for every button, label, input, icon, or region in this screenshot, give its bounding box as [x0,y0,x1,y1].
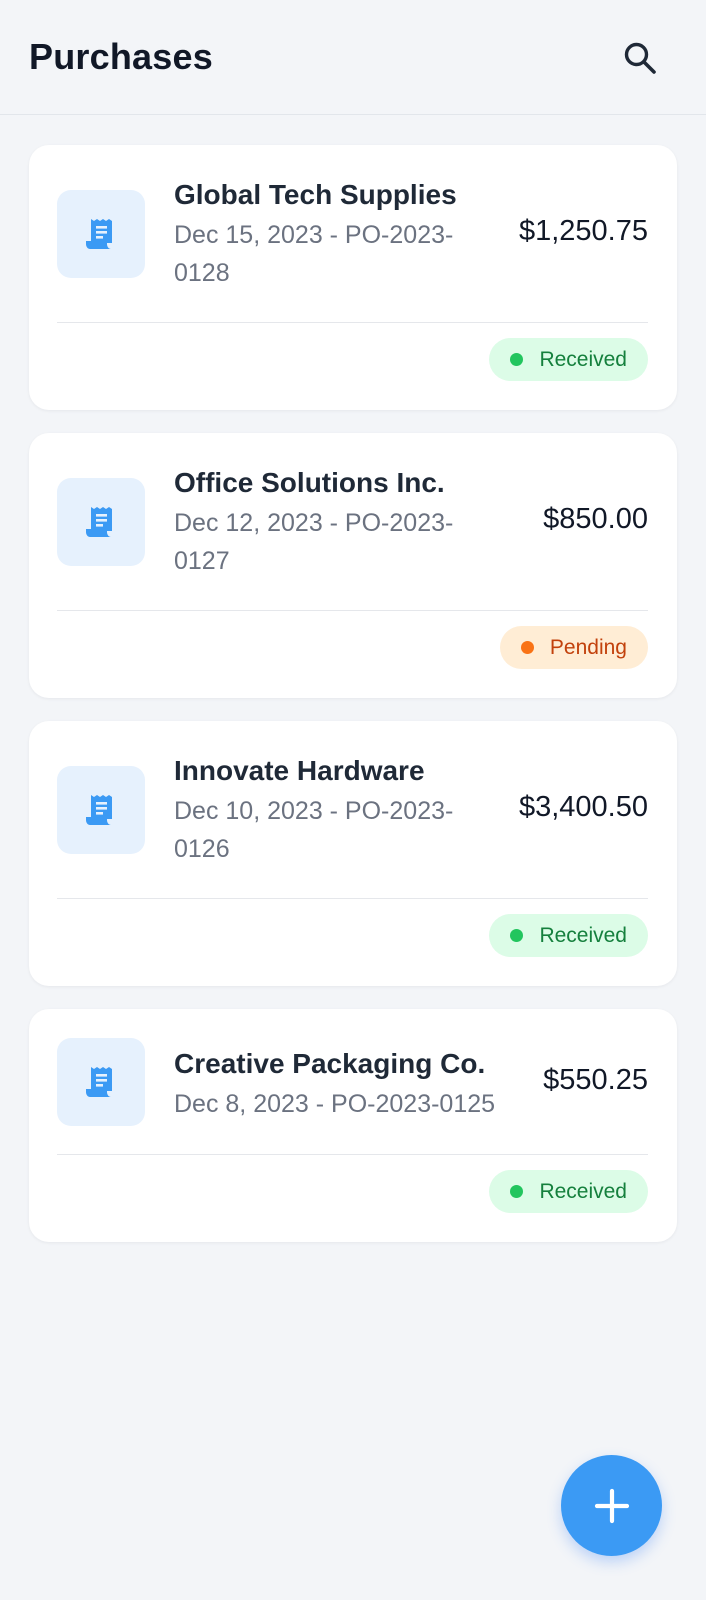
status-label: Received [539,347,627,371]
purchase-amount: $3,400.50 [518,791,648,823]
purchase-date-po: Dec 10, 2023 - PO-2023-0126 [174,797,454,863]
search-button[interactable] [616,34,664,82]
search-icon [624,42,656,74]
receipt-icon [86,507,112,537]
purchase-card[interactable]: Global Tech Supplies Dec 15, 2023 - PO-2… [29,145,677,410]
status-label: Received [539,1179,627,1203]
purchase-card[interactable]: Office Solutions Inc. Dec 12, 2023 - PO-… [29,433,677,698]
status-label: Received [539,923,627,947]
vendor-name: Innovate Hardware [174,755,425,786]
purchase-date-po: Dec 15, 2023 - PO-2023-0128 [174,221,454,287]
receipt-icon-tile [57,766,145,854]
vendor-name: Creative Packaging Co. [174,1048,486,1079]
add-purchase-button[interactable] [561,1455,662,1556]
card-divider [57,1154,648,1155]
plus-icon [594,1488,629,1523]
status-dot-icon [510,353,524,366]
receipt-icon [86,795,112,825]
vendor-name: Office Solutions Inc. [174,467,445,498]
receipt-icon [86,219,112,249]
status-label: Pending [549,635,627,659]
status-badge: Received [489,914,648,957]
purchase-amount: $850.00 [543,503,648,535]
card-divider [57,322,648,323]
purchase-date-po: Dec 8, 2023 - PO-2023-0125 [174,1090,496,1118]
app-header: Purchases [0,0,706,115]
receipt-icon-tile [57,1038,145,1126]
receipt-icon-tile [57,478,145,566]
purchases-screen: Purchases Global Tech Supplies Dec 15, 2… [0,0,706,1600]
card-divider [57,898,648,899]
status-badge: Received [489,1170,648,1213]
purchase-amount: $550.25 [543,1064,648,1096]
status-dot-icon [510,929,524,942]
purchase-card[interactable]: Creative Packaging Co. Dec 8, 2023 - PO-… [29,1009,677,1242]
card-divider [57,610,648,611]
vendor-name: Global Tech Supplies [174,179,457,210]
receipt-icon [86,1067,112,1097]
purchase-card[interactable]: Innovate Hardware Dec 10, 2023 - PO-2023… [29,721,677,986]
receipt-icon-tile [57,190,145,278]
status-badge: Received [489,338,648,381]
status-dot-icon [520,641,534,654]
status-dot-icon [510,1185,524,1198]
purchase-date-po: Dec 12, 2023 - PO-2023-0127 [174,509,454,575]
purchase-amount: $1,250.75 [518,215,648,247]
page-title: Purchases [29,36,213,77]
status-badge: Pending [499,626,648,669]
